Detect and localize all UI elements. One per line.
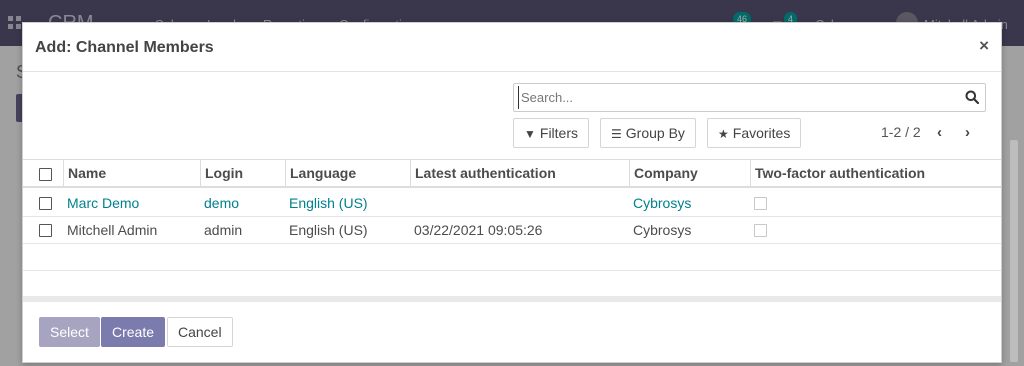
cell-latest-authentication: 03/22/2021 09:05:26 xyxy=(414,222,543,238)
table-row[interactable]: Mitchell Admin admin English (US) 03/22/… xyxy=(23,217,1001,244)
pager-value[interactable]: 1-2 / 2 xyxy=(881,124,921,140)
dialog-footer: Select Create Cancel xyxy=(23,301,1001,362)
two-factor-checkbox xyxy=(754,224,767,237)
cell-name: Marc Demo xyxy=(67,195,140,211)
cell-company: Cybrosys xyxy=(633,222,692,238)
favorites-label: Favorites xyxy=(732,125,791,141)
group-by-label: Group By xyxy=(625,125,685,141)
users-table: Name Login Language Latest authenticatio… xyxy=(23,159,1001,302)
pager-next-icon[interactable]: › xyxy=(965,124,970,141)
bars-icon: ☰ xyxy=(611,127,622,141)
column-latest-authentication[interactable]: Latest authentication xyxy=(410,160,630,188)
cell-name: Mitchell Admin xyxy=(67,222,158,238)
two-factor-checkbox xyxy=(754,197,767,210)
cell-login: admin xyxy=(204,222,243,238)
row-checkbox[interactable] xyxy=(39,197,52,210)
pager-previous-icon[interactable]: ‹ xyxy=(937,124,942,141)
search-input[interactable] xyxy=(518,86,958,109)
search-icon[interactable] xyxy=(965,90,979,104)
cell-latest-authentication xyxy=(410,190,414,216)
create-button[interactable]: Create xyxy=(101,317,166,347)
cell-language: English (US) xyxy=(289,222,368,238)
star-icon: ★ xyxy=(718,127,729,141)
select-button[interactable]: Select xyxy=(39,317,100,347)
filters-label: Filters xyxy=(539,125,579,141)
cell-language: English (US) xyxy=(289,195,368,211)
table-header: Name Login Language Latest authenticatio… xyxy=(23,160,1001,188)
channel-members-dialog: Add: Channel Members × ▼Filters ☰Group B… xyxy=(22,22,1002,363)
close-button[interactable]: × xyxy=(979,37,989,55)
empty-row xyxy=(23,271,1001,298)
row-checkbox[interactable] xyxy=(39,224,52,237)
favorites-button[interactable]: ★ Favorites xyxy=(707,118,802,148)
filter-icon: ▼ xyxy=(524,127,536,141)
search-box xyxy=(513,83,986,112)
column-two-factor-authentication[interactable]: Two-factor authentication xyxy=(750,160,1001,188)
group-by-button[interactable]: ☰ Group By xyxy=(600,118,696,148)
column-name[interactable]: Name xyxy=(63,160,201,188)
dialog-header: Add: Channel Members × xyxy=(23,23,1001,72)
cancel-button[interactable]: Cancel xyxy=(167,317,233,347)
empty-row xyxy=(23,244,1001,271)
page-scrollbar[interactable] xyxy=(1010,140,1018,362)
dialog-title: Add: Channel Members xyxy=(35,39,214,56)
cell-company: Cybrosys xyxy=(633,195,692,211)
cell-login: demo xyxy=(204,195,240,211)
column-login[interactable]: Login xyxy=(200,160,286,188)
column-language[interactable]: Language xyxy=(285,160,411,188)
column-company[interactable]: Company xyxy=(629,160,751,188)
select-all-checkbox[interactable] xyxy=(39,168,52,181)
filters-button[interactable]: ▼ Filters xyxy=(513,118,590,148)
table-row[interactable]: Marc Demo demo English (US) Cybrosys xyxy=(23,190,1001,217)
